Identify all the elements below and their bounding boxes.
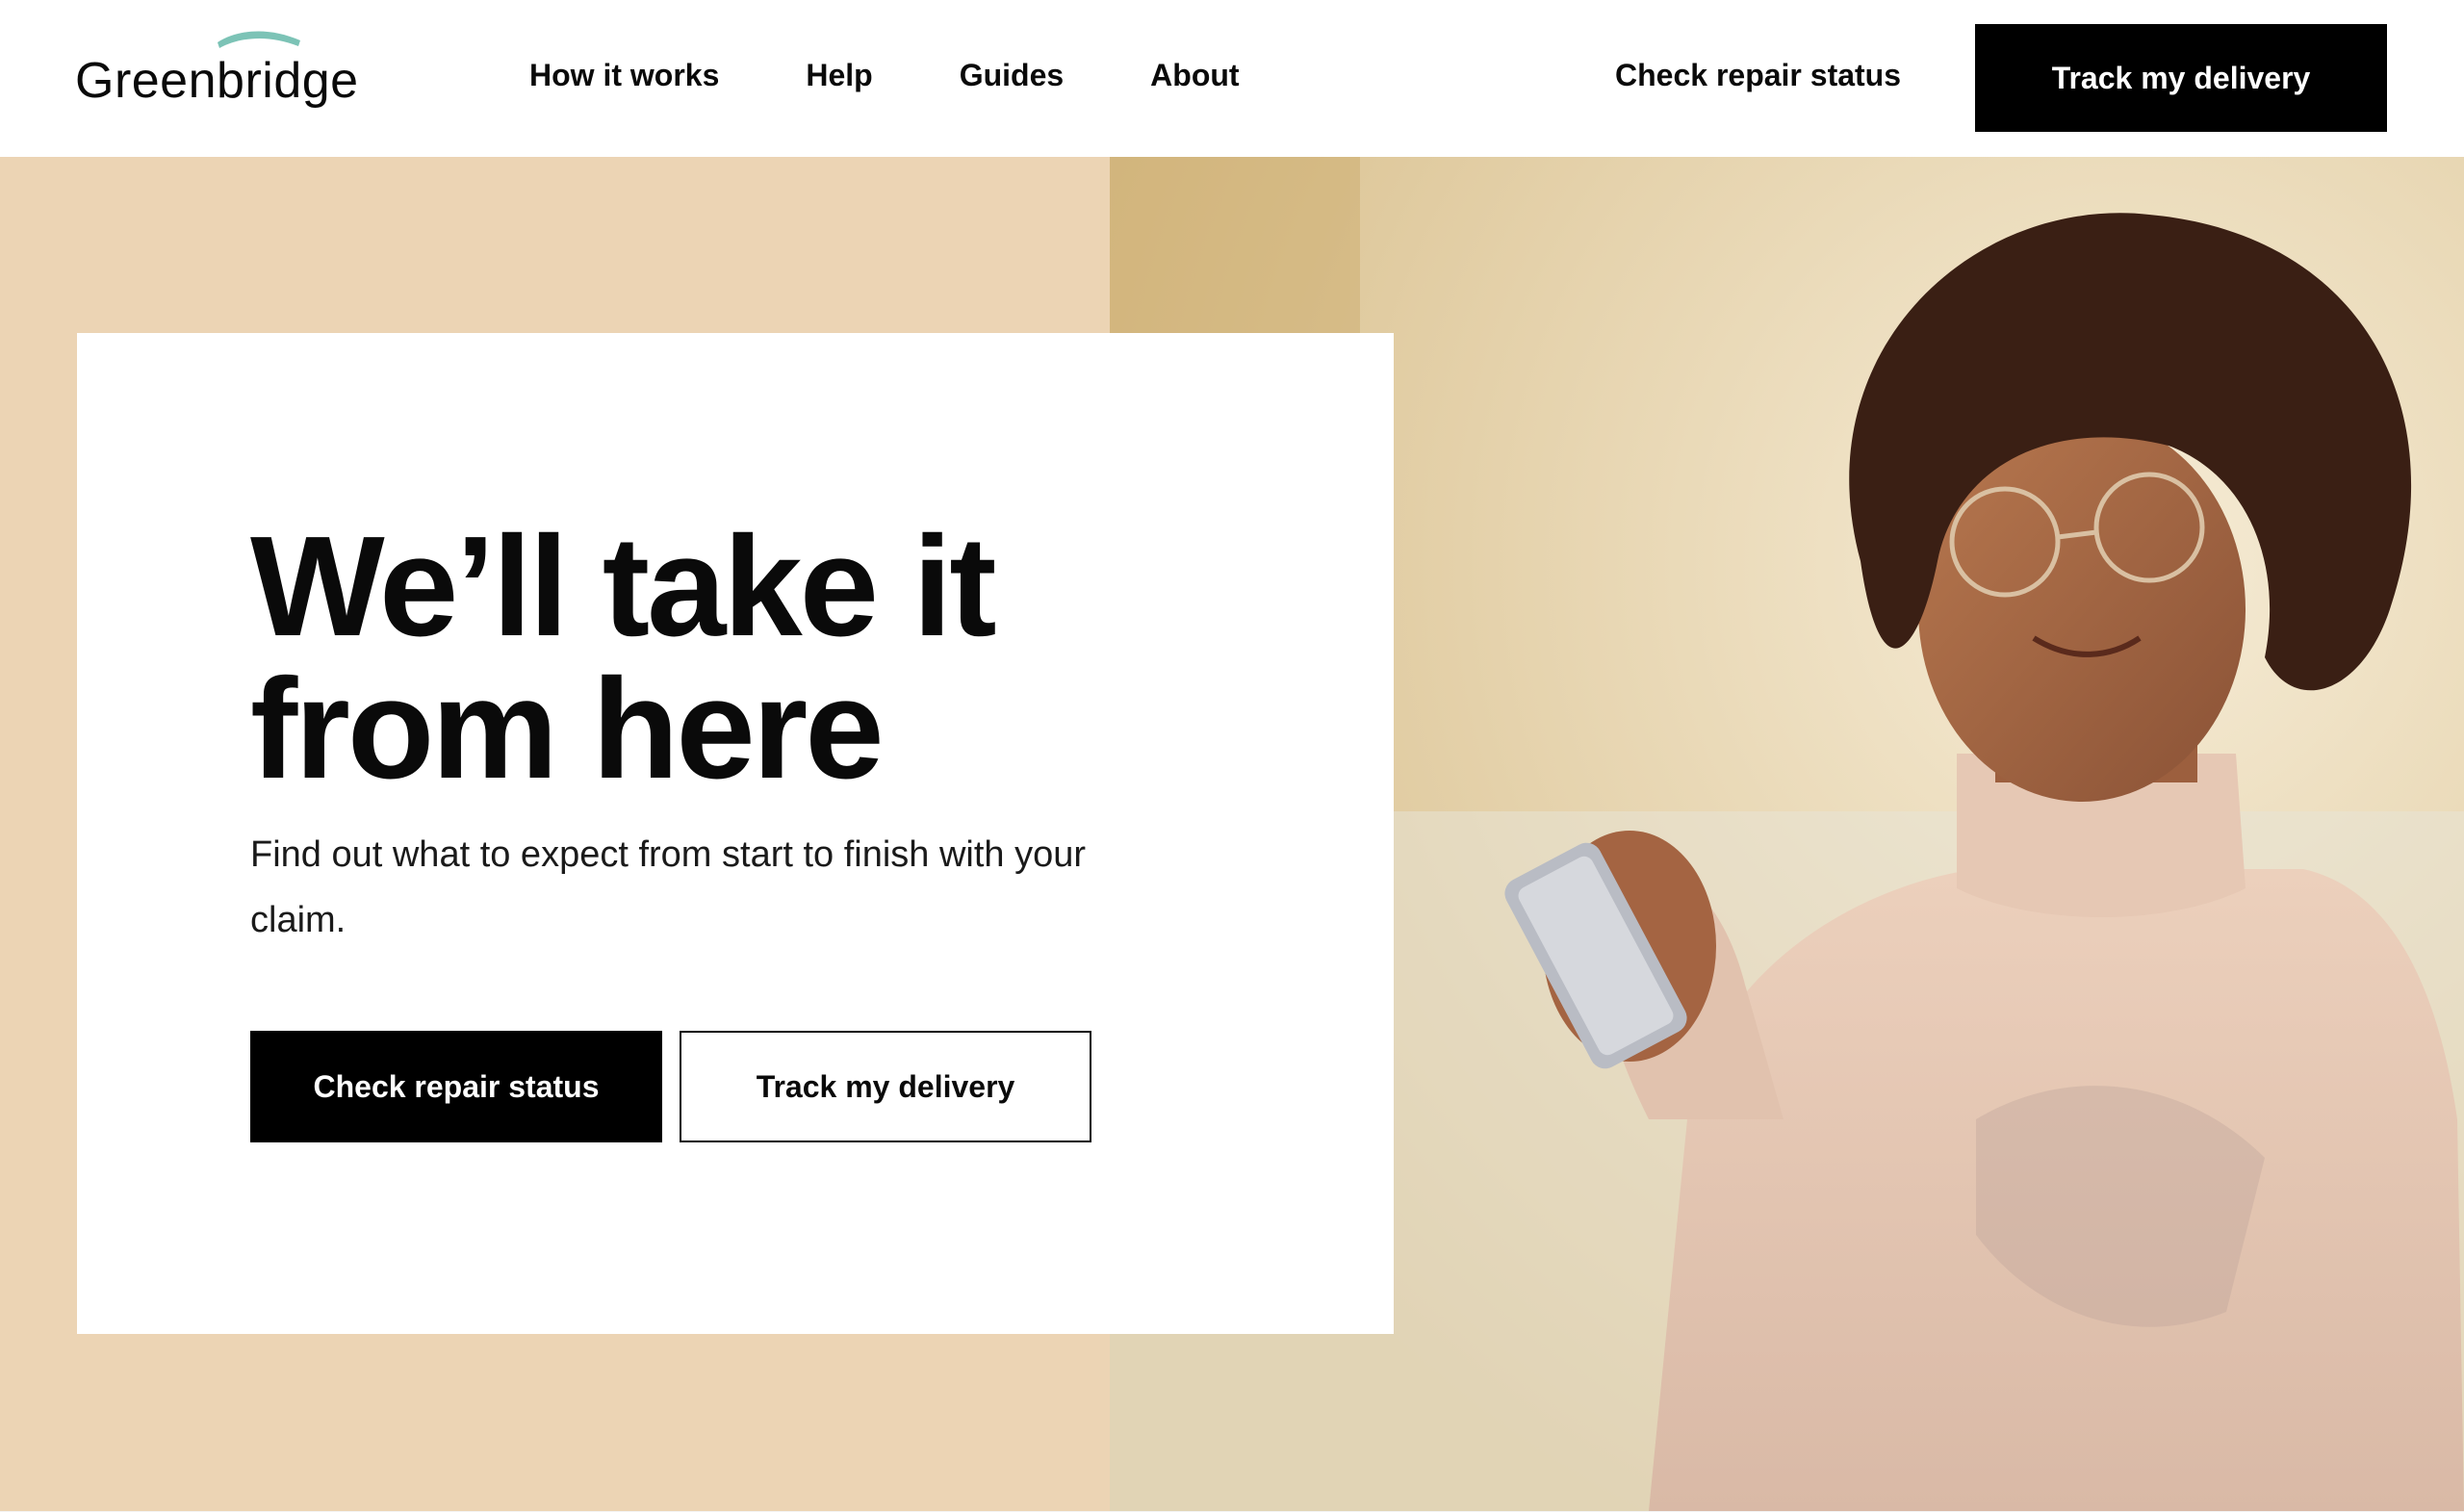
header-track-delivery-button[interactable]: Track my delivery xyxy=(1975,24,2387,132)
header-check-repair-link[interactable]: Check repair status xyxy=(1615,58,1901,93)
logo[interactable]: Greenbridge xyxy=(75,29,364,125)
hero-subtext: Find out what to expect from start to fi… xyxy=(250,834,1087,940)
main-nav: How it works Help Guides About xyxy=(529,58,1326,93)
nav-help[interactable]: Help xyxy=(806,58,872,93)
site-header: Greenbridge How it works Help Guides Abo… xyxy=(0,0,2464,157)
check-repair-status-button[interactable]: Check repair status xyxy=(250,1031,662,1142)
nav-how-it-works[interactable]: How it works xyxy=(529,58,719,93)
hero-card: We’ll take it from here Find out what to… xyxy=(77,333,1394,1334)
track-delivery-button[interactable]: Track my delivery xyxy=(680,1031,1091,1142)
page: Greenbridge How it works Help Guides Abo… xyxy=(0,0,2464,1512)
brand-name: Greenbridge xyxy=(75,53,359,109)
nav-about[interactable]: About xyxy=(1150,58,1239,93)
hero-headline: We’ll take it from here xyxy=(250,507,997,808)
hero-section: We’ll take it from here Find out what to… xyxy=(0,157,2464,1511)
nav-guides[interactable]: Guides xyxy=(960,58,1064,93)
